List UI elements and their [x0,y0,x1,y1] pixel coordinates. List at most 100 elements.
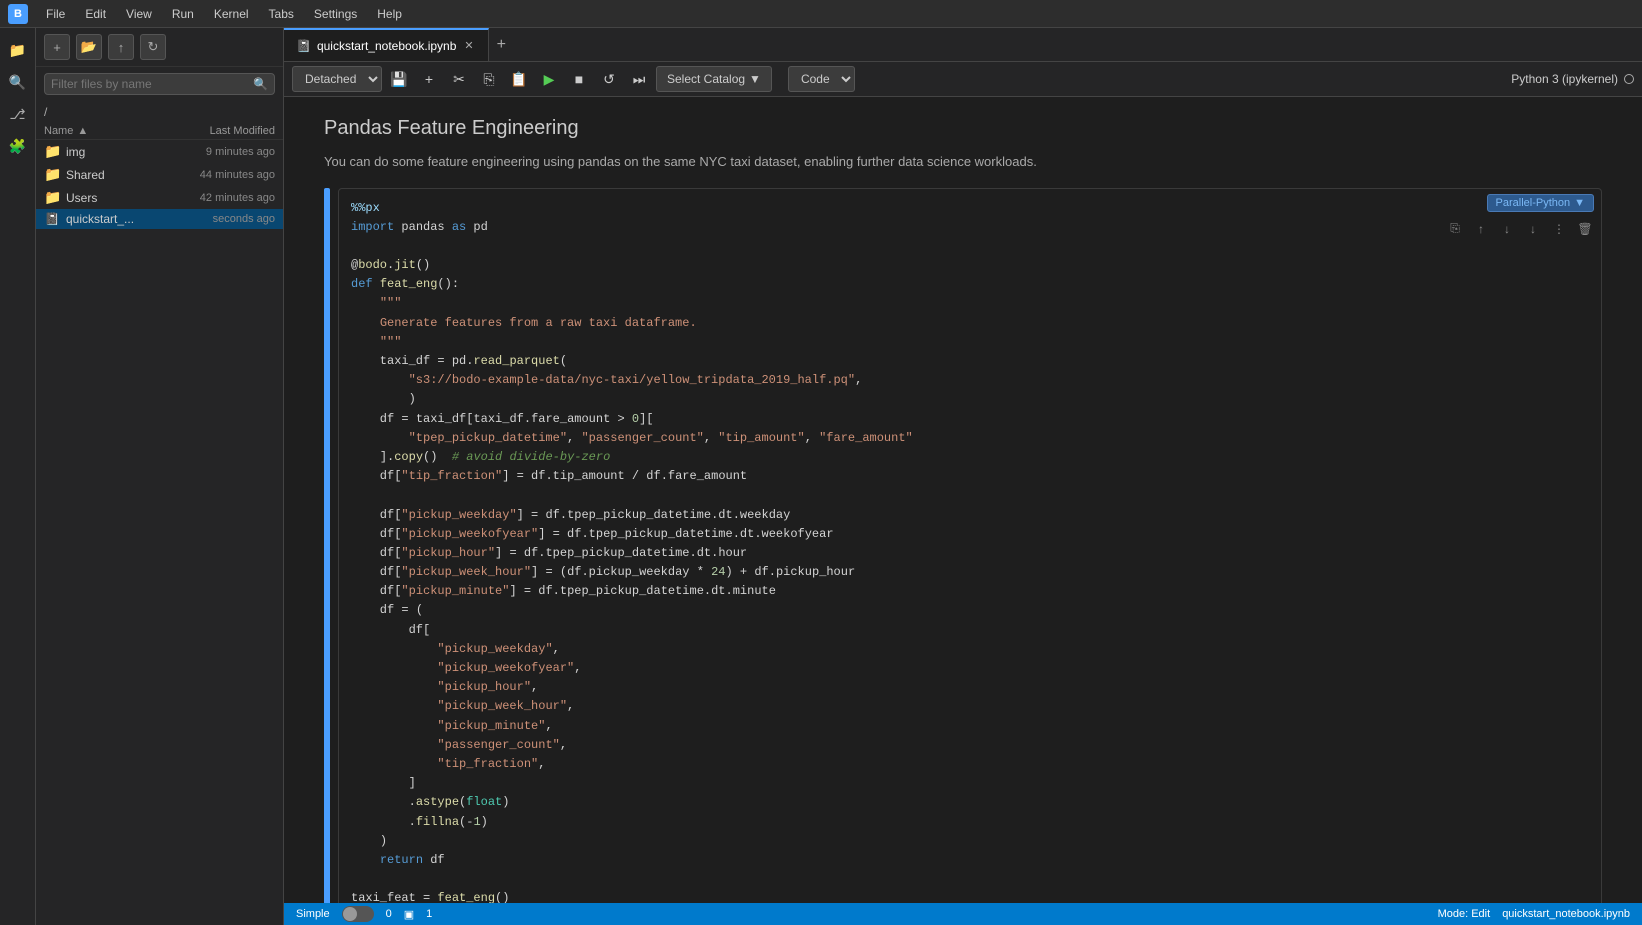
more-actions[interactable]: ⋮ [1548,218,1570,240]
file-name: Users [66,191,159,205]
notebook-toolbar: Detached 💾 + ✂ ⎘ 📋 ▶ ■ ↺ ⏭ Select Catalo… [284,62,1642,97]
catalog-chevron-icon: ▼ [749,72,761,86]
folder-icon: 📁 [44,166,60,183]
restart-kernel-button[interactable]: ↺ [596,66,622,92]
icon-sidebar: 📁 🔍 ⎇ 🧩 [0,28,36,925]
cell-active-bar [324,188,330,904]
select-catalog-button[interactable]: Select Catalog ▼ [656,66,772,92]
stop-kernel-button[interactable]: ■ [566,66,592,92]
tab-close-button[interactable]: ✕ [462,37,475,54]
file-panel: + 📂 ↑ ↻ 🔍 / Name ▲ Last Modified 📁 im [36,28,284,925]
file-name: Shared [66,168,159,182]
run-cell-button[interactable]: ▶ [536,66,562,92]
kernel-name-label: Python 3 (ipykernel) [1511,72,1618,86]
simple-toggle[interactable] [342,906,374,922]
main-layout: 📁 🔍 ⎇ 🧩 + 📂 ↑ ↻ 🔍 / Name ▲ Last Modi [0,28,1642,925]
content-area: 📓 quickstart_notebook.ipynb ✕ + Detached… [284,28,1642,925]
tab-notebook[interactable]: 📓 quickstart_notebook.ipynb ✕ [284,28,489,61]
parallel-chevron-icon: ▼ [1574,197,1585,209]
parallel-python-label: Parallel-Python [1496,197,1571,209]
code-block[interactable]: %%px import pandas as pd @bodo.jit() def… [339,189,1601,904]
file-name: quickstart_... [66,212,159,226]
mode-label: Mode: Edit [1438,908,1491,920]
tab-label: quickstart_notebook.ipynb [317,39,456,53]
code-cell: Parallel-Python ▼ ⎘ ↑ ↓ ↓ ⋮ 🗑 %%px impor… [324,188,1602,904]
cell-label: ▣ [404,908,414,921]
file-name: img [66,145,159,159]
cell-code-content[interactable]: %%px import pandas as pd @bodo.jit() def… [338,188,1602,904]
breadcrumb: / [36,101,283,123]
menu-edit[interactable]: Edit [77,5,114,23]
simple-mode-label: Simple [296,908,330,920]
kernel-status: Python 3 (ipykernel) [1511,72,1634,86]
copy-cell-button[interactable]: ⎘ [476,66,502,92]
sort-asc-icon: ▲ [77,125,88,137]
cell-actions: ⎘ ↑ ↓ ↓ ⋮ 🗑 [1444,218,1596,240]
menu-tabs[interactable]: Tabs [261,5,302,23]
cut-cell-button[interactable]: ✂ [446,66,472,92]
sidebar-files-icon[interactable]: 📁 [4,36,32,64]
add-cell-button[interactable]: + [416,66,442,92]
refresh-button[interactable]: ↻ [140,34,166,60]
list-item[interactable]: 📁 Shared 44 minutes ago [36,163,283,186]
status-bar: Simple 0 ▣ 1 Mode: Edit quickstart_noteb… [284,903,1642,925]
file-modified: seconds ago [165,213,275,225]
list-item[interactable]: 📁 img 9 minutes ago [36,140,283,163]
notebook-subtitle: You can do some feature engineering usin… [324,152,1602,172]
menu-settings[interactable]: Settings [306,5,365,23]
search-box: 🔍 [44,73,275,95]
sidebar-git-icon[interactable]: ⎇ [4,100,32,128]
sidebar-search-icon[interactable]: 🔍 [4,68,32,96]
file-modified: 42 minutes ago [165,192,275,204]
menu-file[interactable]: File [38,5,73,23]
copy-cell-action[interactable]: ⎘ [1444,218,1466,240]
folder-icon: 📁 [44,143,60,160]
run-all-button[interactable]: ⏭ [626,66,652,92]
sidebar-extensions-icon[interactable]: 🧩 [4,132,32,160]
list-item[interactable]: 📓 quickstart_... seconds ago [36,209,283,229]
column-headers: Name ▲ Last Modified [36,123,283,140]
line-number: 1 [426,908,432,920]
delete-cell-action[interactable]: 🗑 [1574,218,1596,240]
new-file-button[interactable]: + [44,34,70,60]
search-input[interactable] [51,77,249,91]
folder-icon: 📁 [44,189,60,206]
menu-run[interactable]: Run [164,5,202,23]
tab-bar: 📓 quickstart_notebook.ipynb ✕ + [284,28,1642,62]
notebook-content[interactable]: Pandas Feature Engineering You can do so… [284,97,1642,903]
notebook-title: Pandas Feature Engineering [324,117,1602,140]
cell-number: 0 [386,908,392,920]
catalog-label: Select Catalog [667,72,745,86]
new-folder-button[interactable]: 📂 [76,34,102,60]
paste-cell-button[interactable]: 📋 [506,66,532,92]
file-toolbar: + 📂 ↑ ↻ [36,28,283,67]
kernel-status-dot [1624,74,1634,84]
file-modified: 9 minutes ago [165,146,275,158]
menu-bar: B File Edit View Run Kernel Tabs Setting… [0,0,1642,28]
save-button[interactable]: 💾 [386,66,412,92]
col-name-header[interactable]: Name ▲ [44,125,155,137]
notebook-icon: 📓 [44,212,60,226]
file-modified: 44 minutes ago [165,169,275,181]
app-logo: B [8,4,28,24]
download-action[interactable]: ↓ [1522,218,1544,240]
menu-help[interactable]: Help [369,5,410,23]
col-modified-header[interactable]: Last Modified [155,125,275,137]
list-item[interactable]: 📁 Users 42 minutes ago [36,186,283,209]
move-up-action[interactable]: ↑ [1470,218,1492,240]
toggle-track [342,906,374,922]
tab-notebook-icon: 📓 [296,39,311,53]
upload-button[interactable]: ↑ [108,34,134,60]
move-down-action[interactable]: ↓ [1496,218,1518,240]
status-right: Mode: Edit quickstart_notebook.ipynb [1438,908,1630,920]
menu-kernel[interactable]: Kernel [206,5,257,23]
kernel-select[interactable]: Detached [292,66,382,92]
search-icon: 🔍 [253,77,268,91]
menu-view[interactable]: View [118,5,160,23]
status-file-name: quickstart_notebook.ipynb [1502,908,1630,920]
toggle-thumb [343,907,357,921]
cell-type-select[interactable]: Code [788,66,855,92]
parallel-python-badge[interactable]: Parallel-Python ▼ [1487,194,1594,212]
tab-add-button[interactable]: + [489,28,514,62]
breadcrumb-root[interactable]: / [44,105,47,119]
